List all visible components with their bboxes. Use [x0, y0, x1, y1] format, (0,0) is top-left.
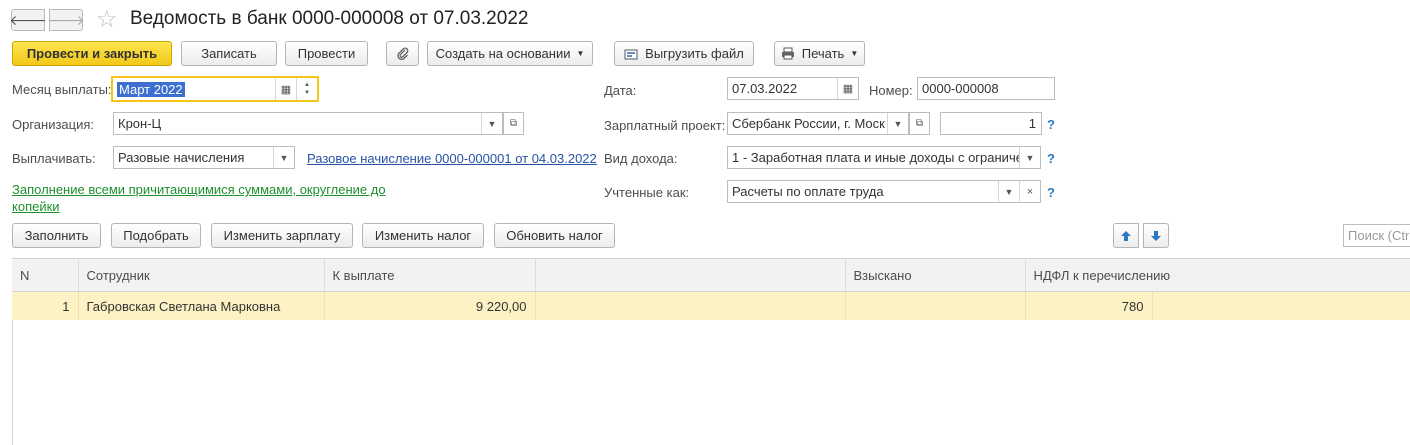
print-label: Печать: [801, 46, 845, 61]
counted-as-field[interactable]: Расчеты по оплате труда ▼ ×: [727, 180, 1041, 203]
number-field[interactable]: 0000-000008: [917, 77, 1055, 100]
counted-as-label: Учтенные как:: [604, 185, 690, 200]
arrow-up-icon: [1121, 230, 1131, 241]
help-icon[interactable]: ?: [1047, 185, 1055, 200]
pay-value: Разовые начисления: [118, 150, 245, 165]
salary-project-number-field[interactable]: 1: [940, 112, 1042, 135]
post-button[interactable]: Провести: [285, 41, 368, 66]
payments-table: N Сотрудник К выплате Взыскано НДФЛ к пе…: [12, 258, 1410, 320]
dropdown-arrow-icon[interactable]: ▼: [273, 147, 294, 168]
printer-icon: [781, 47, 794, 60]
paperclip-icon: [396, 47, 408, 60]
organization-field[interactable]: Крон-Ц ▼: [113, 112, 503, 135]
help-icon[interactable]: ?: [1047, 151, 1055, 166]
cell-employee[interactable]: Габровская Светлана Марковна: [78, 291, 325, 320]
print-button[interactable]: Печать ▼: [774, 41, 865, 66]
calendar-icon[interactable]: ▦: [837, 78, 858, 99]
dropdown-arrow-icon[interactable]: ▼: [1019, 147, 1040, 168]
update-tax-button[interactable]: Обновить налог: [494, 223, 615, 248]
export-icon: [624, 49, 638, 59]
column-header-ndfl[interactable]: НДФЛ к перечислению: [1025, 258, 1410, 292]
arrow-down-icon: [1151, 230, 1161, 241]
date-value: 07.03.2022: [732, 81, 798, 96]
salary-project-number: 1: [1028, 116, 1036, 131]
open-organization-button[interactable]: ⧉: [503, 112, 524, 135]
cell-ndfl[interactable]: 780: [1025, 291, 1153, 320]
column-header-n[interactable]: N: [12, 258, 79, 292]
dropdown-arrow-icon[interactable]: ▼: [887, 113, 908, 134]
column-header-to-pay-extra[interactable]: [535, 258, 846, 292]
open-icon: ⧉: [509, 118, 518, 129]
cell-extra[interactable]: [535, 291, 846, 320]
dropdown-arrow-icon: ▼: [850, 49, 859, 58]
month-value: Март 2022: [117, 81, 185, 97]
export-file-button[interactable]: Выгрузить файл: [614, 41, 754, 66]
change-tax-button[interactable]: Изменить налог: [362, 223, 484, 248]
open-icon: ⧉: [915, 118, 924, 129]
help-icon[interactable]: ?: [1047, 117, 1055, 132]
fill-all-amounts-link[interactable]: Заполнение всеми причитающимися суммами,…: [12, 181, 402, 215]
date-label: Дата:: [604, 83, 637, 98]
table-header-row: N Сотрудник К выплате Взыскано НДФЛ к пе…: [12, 258, 1410, 292]
counted-as-value: Расчеты по оплате труда: [732, 184, 884, 199]
income-type-field[interactable]: 1 - Заработная плата и иные доходы с огр…: [727, 146, 1041, 169]
attach-button[interactable]: [386, 41, 419, 66]
income-type-value: 1 - Заработная плата и иные доходы с огр…: [732, 150, 1019, 165]
move-up-button[interactable]: [1113, 223, 1139, 248]
spin-buttons[interactable]: ▲ ▼: [296, 78, 317, 100]
salary-project-field[interactable]: Сбербанк России, г. Моск ▼: [727, 112, 909, 135]
column-header-employee[interactable]: Сотрудник: [78, 258, 325, 292]
fill-button[interactable]: Заполнить: [12, 223, 101, 248]
export-file-label: Выгрузить файл: [645, 46, 744, 61]
one-time-accrual-link[interactable]: Разовое начисление 0000-000001 от 04.03.…: [307, 151, 597, 166]
create-based-on-label: Создать на основании: [435, 46, 571, 61]
column-header-withheld[interactable]: Взыскано: [845, 258, 1026, 292]
forward-button[interactable]: 🡒: [47, 9, 85, 31]
income-type-label: Вид дохода:: [604, 151, 678, 166]
number-value: 0000-000008: [922, 81, 999, 96]
cell-withheld[interactable]: [845, 291, 1026, 320]
month-label: Месяц выплаты:: [12, 82, 112, 97]
search-input[interactable]: Поиск (Ctrl+F): [1343, 224, 1410, 247]
back-button[interactable]: 🡐: [9, 9, 47, 31]
pick-button[interactable]: Подобрать: [111, 223, 201, 248]
column-header-to-pay[interactable]: К выплате: [324, 258, 536, 292]
number-label: Номер:: [869, 83, 913, 98]
search-placeholder: Поиск (Ctrl+F): [1348, 228, 1410, 243]
move-down-button[interactable]: [1143, 223, 1169, 248]
salary-project-label: Зарплатный проект:: [604, 118, 726, 133]
month-field[interactable]: Март 2022 ▦ ▲ ▼: [111, 76, 319, 102]
dropdown-arrow-icon: ▼: [576, 49, 585, 58]
cell-n[interactable]: 1: [12, 291, 79, 320]
save-button[interactable]: Записать: [181, 41, 277, 66]
clear-icon[interactable]: ×: [1019, 181, 1040, 202]
change-salary-button[interactable]: Изменить зарплату: [211, 223, 353, 248]
calendar-icon[interactable]: ▦: [275, 78, 296, 100]
favorite-star-icon[interactable]: ☆: [96, 5, 118, 34]
arrow-right-icon: 🡒: [47, 11, 85, 28]
dropdown-arrow-icon[interactable]: ▼: [481, 113, 502, 134]
open-salary-project-button[interactable]: ⧉: [909, 112, 930, 135]
cell-to-pay[interactable]: 9 220,00: [324, 291, 536, 320]
dropdown-arrow-icon[interactable]: ▼: [998, 181, 1019, 202]
salary-project-value: Сбербанк России, г. Моск: [732, 116, 885, 131]
table-row[interactable]: 1 Габровская Светлана Марковна 9 220,00 …: [12, 291, 1410, 320]
date-field[interactable]: 07.03.2022 ▦: [727, 77, 859, 100]
arrow-left-icon: 🡐: [9, 11, 47, 28]
organization-label: Организация:: [12, 117, 95, 132]
cell-tail[interactable]: [1152, 291, 1410, 320]
pay-label: Выплачивать:: [12, 151, 96, 166]
create-based-on-button[interactable]: Создать на основании ▼: [427, 41, 593, 66]
organization-value: Крон-Ц: [118, 116, 162, 131]
post-and-close-button[interactable]: Провести и закрыть: [12, 41, 172, 66]
pay-field[interactable]: Разовые начисления ▼: [113, 146, 295, 169]
page-title: Ведомость в банк 0000-000008 от 07.03.20…: [130, 8, 529, 29]
